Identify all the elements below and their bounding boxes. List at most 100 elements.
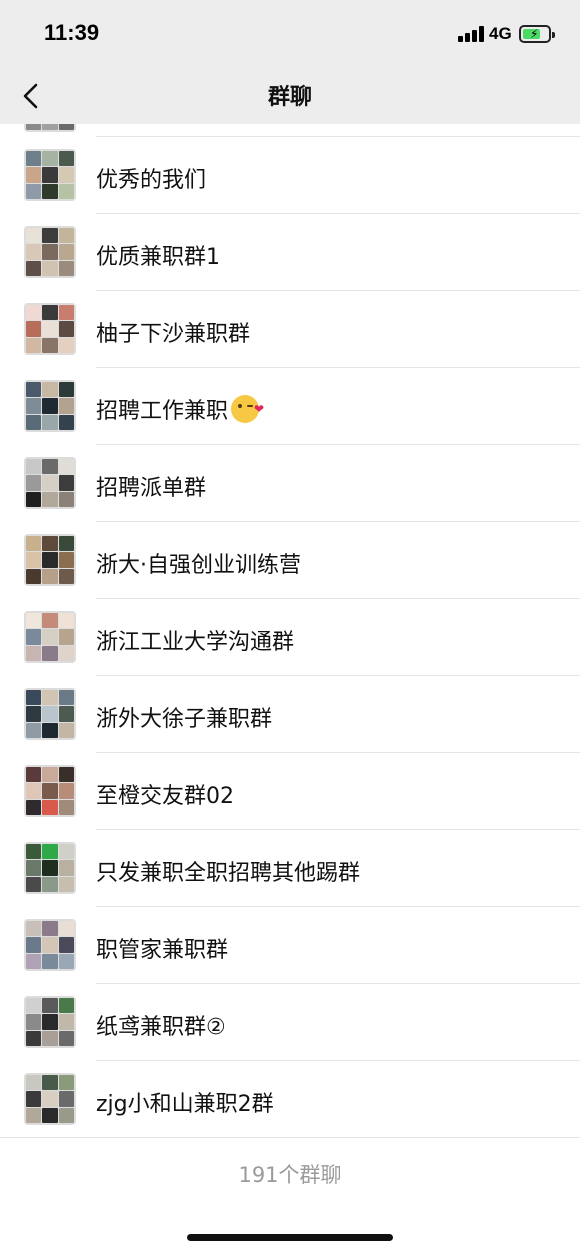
group-avatar (24, 124, 76, 132)
member-avatar-tile (42, 1075, 58, 1091)
member-avatar-tile (26, 321, 42, 337)
member-avatar-tile (42, 1091, 58, 1107)
member-avatar-tile (42, 783, 58, 799)
group-list-item[interactable]: 职管家兼职群 (0, 907, 580, 983)
member-avatar-tile (26, 722, 42, 738)
group-avatar (24, 380, 76, 432)
member-avatar-tile (26, 844, 42, 860)
group-list-item[interactable]: 优秀的我们 (0, 137, 580, 213)
member-avatar-tile (58, 228, 74, 244)
member-avatar-tile (42, 1107, 58, 1123)
group-avatar (24, 1073, 76, 1125)
member-avatar-tile (42, 613, 58, 629)
member-avatar-tile (26, 167, 42, 183)
group-name: 至橙交友群02 (96, 778, 234, 810)
group-avatar (24, 765, 76, 817)
group-list-item[interactable]: 柚子下沙兼职群 (0, 291, 580, 367)
group-name: 招聘派单群 (96, 470, 206, 502)
member-avatar-tile (58, 953, 74, 969)
member-avatar-tile (42, 459, 58, 475)
member-avatar-tile (42, 305, 58, 321)
member-avatar-tile (58, 244, 74, 260)
member-avatar-tile (26, 536, 42, 552)
member-avatar-tile (26, 337, 42, 353)
member-avatar-tile (58, 706, 74, 722)
group-list-item[interactable]: 浙江工业大学沟通群 (0, 599, 580, 675)
group-list-item[interactable]: 纸鸢兼职群② (0, 984, 580, 1060)
member-avatar-tile (26, 1091, 42, 1107)
member-avatar-tile (26, 151, 42, 167)
member-avatar-tile (42, 921, 58, 937)
member-avatar-tile (26, 937, 42, 953)
group-name: zjg小和山兼职2群 (96, 1086, 274, 1118)
member-avatar-tile (58, 921, 74, 937)
member-avatar-tile (26, 459, 42, 475)
group-list-item[interactable]: 浙大·自强创业训练营 (0, 522, 580, 598)
member-avatar-tile (42, 475, 58, 491)
group-name-text: 招聘派单群 (96, 476, 207, 501)
group-name: 职管家兼职群 (96, 932, 228, 964)
group-name-text: 浙大·自强创业训练营 (96, 553, 301, 578)
status-time: 11:39 (44, 20, 100, 45)
group-chats-screen: 11:39 4G ⚡ 群聊 优秀的我们 优质兼职群1 柚子下沙兼职群 招聘工作兼… (0, 0, 580, 1255)
group-list-item[interactable]: 浙外大徐子兼职群 (0, 676, 580, 752)
group-avatar (24, 534, 76, 586)
member-avatar-tile (58, 382, 74, 398)
member-avatar-tile (58, 151, 74, 167)
member-avatar-tile (58, 767, 74, 783)
member-avatar-tile (58, 321, 74, 337)
group-avatar (24, 688, 76, 740)
member-avatar-tile (58, 568, 74, 584)
member-avatar-tile (42, 722, 58, 738)
page-title: 群聊 (267, 85, 312, 110)
group-list-item[interactable]: zjg小和山兼职2群 (0, 1061, 580, 1137)
member-avatar-tile (42, 536, 58, 552)
group-avatar (24, 611, 76, 663)
group-list-item[interactable]: 至橙交友群02 (0, 753, 580, 829)
member-avatar-tile (26, 1075, 42, 1091)
group-list-item[interactable]: 招聘工作兼职 ❤ (0, 368, 580, 444)
group-list-item[interactable]: 只发兼职全职招聘其他踢群 (0, 830, 580, 906)
group-name: 柚子下沙兼职群 (96, 316, 250, 348)
member-avatar-tile (58, 305, 74, 321)
group-list-item[interactable]: 招聘派单群 (0, 445, 580, 521)
member-avatar-tile (42, 998, 58, 1014)
member-avatar-tile (26, 860, 42, 876)
member-avatar-tile (42, 767, 58, 783)
member-avatar-tile (58, 876, 74, 892)
member-avatar-tile (26, 629, 42, 645)
member-avatar-tile (42, 382, 58, 398)
member-avatar-tile (58, 1075, 74, 1091)
group-list-item[interactable]: 优质兼职群1 (0, 214, 580, 290)
battery-icon: ⚡ (519, 25, 555, 43)
member-avatar-tile (42, 706, 58, 722)
member-avatar-tile (42, 860, 58, 876)
group-avatar (24, 919, 76, 971)
member-avatar-tile (58, 645, 74, 661)
member-avatar-tile (26, 767, 42, 783)
charging-bolt-icon: ⚡ (530, 27, 539, 41)
member-avatar-tile (58, 1014, 74, 1030)
member-avatar-tile (26, 568, 42, 584)
member-avatar-tile (26, 1014, 42, 1030)
group-name-text: 优质兼职群1 (96, 245, 220, 270)
member-avatar-tile (42, 260, 58, 276)
group-avatar (24, 842, 76, 894)
member-avatar-tile (42, 552, 58, 568)
member-avatar-tile (26, 552, 42, 568)
member-avatar-tile (42, 151, 58, 167)
partial-list-item[interactable] (0, 124, 580, 136)
group-name: 浙大·自强创业训练营 (96, 547, 301, 579)
member-avatar-tile (26, 183, 42, 199)
group-name-text: 只发兼职全职招聘其他踢群 (96, 861, 361, 886)
group-avatar (24, 457, 76, 509)
member-avatar-tile (42, 183, 58, 199)
group-name-text: 优秀的我们 (96, 168, 207, 193)
member-avatar-tile (42, 844, 58, 860)
member-avatar-tile (42, 937, 58, 953)
list-bottom-divider (0, 1137, 580, 1138)
member-avatar-tile (58, 783, 74, 799)
member-avatar-tile (58, 260, 74, 276)
member-avatar-tile (42, 1014, 58, 1030)
group-name-text: 柚子下沙兼职群 (96, 322, 251, 347)
